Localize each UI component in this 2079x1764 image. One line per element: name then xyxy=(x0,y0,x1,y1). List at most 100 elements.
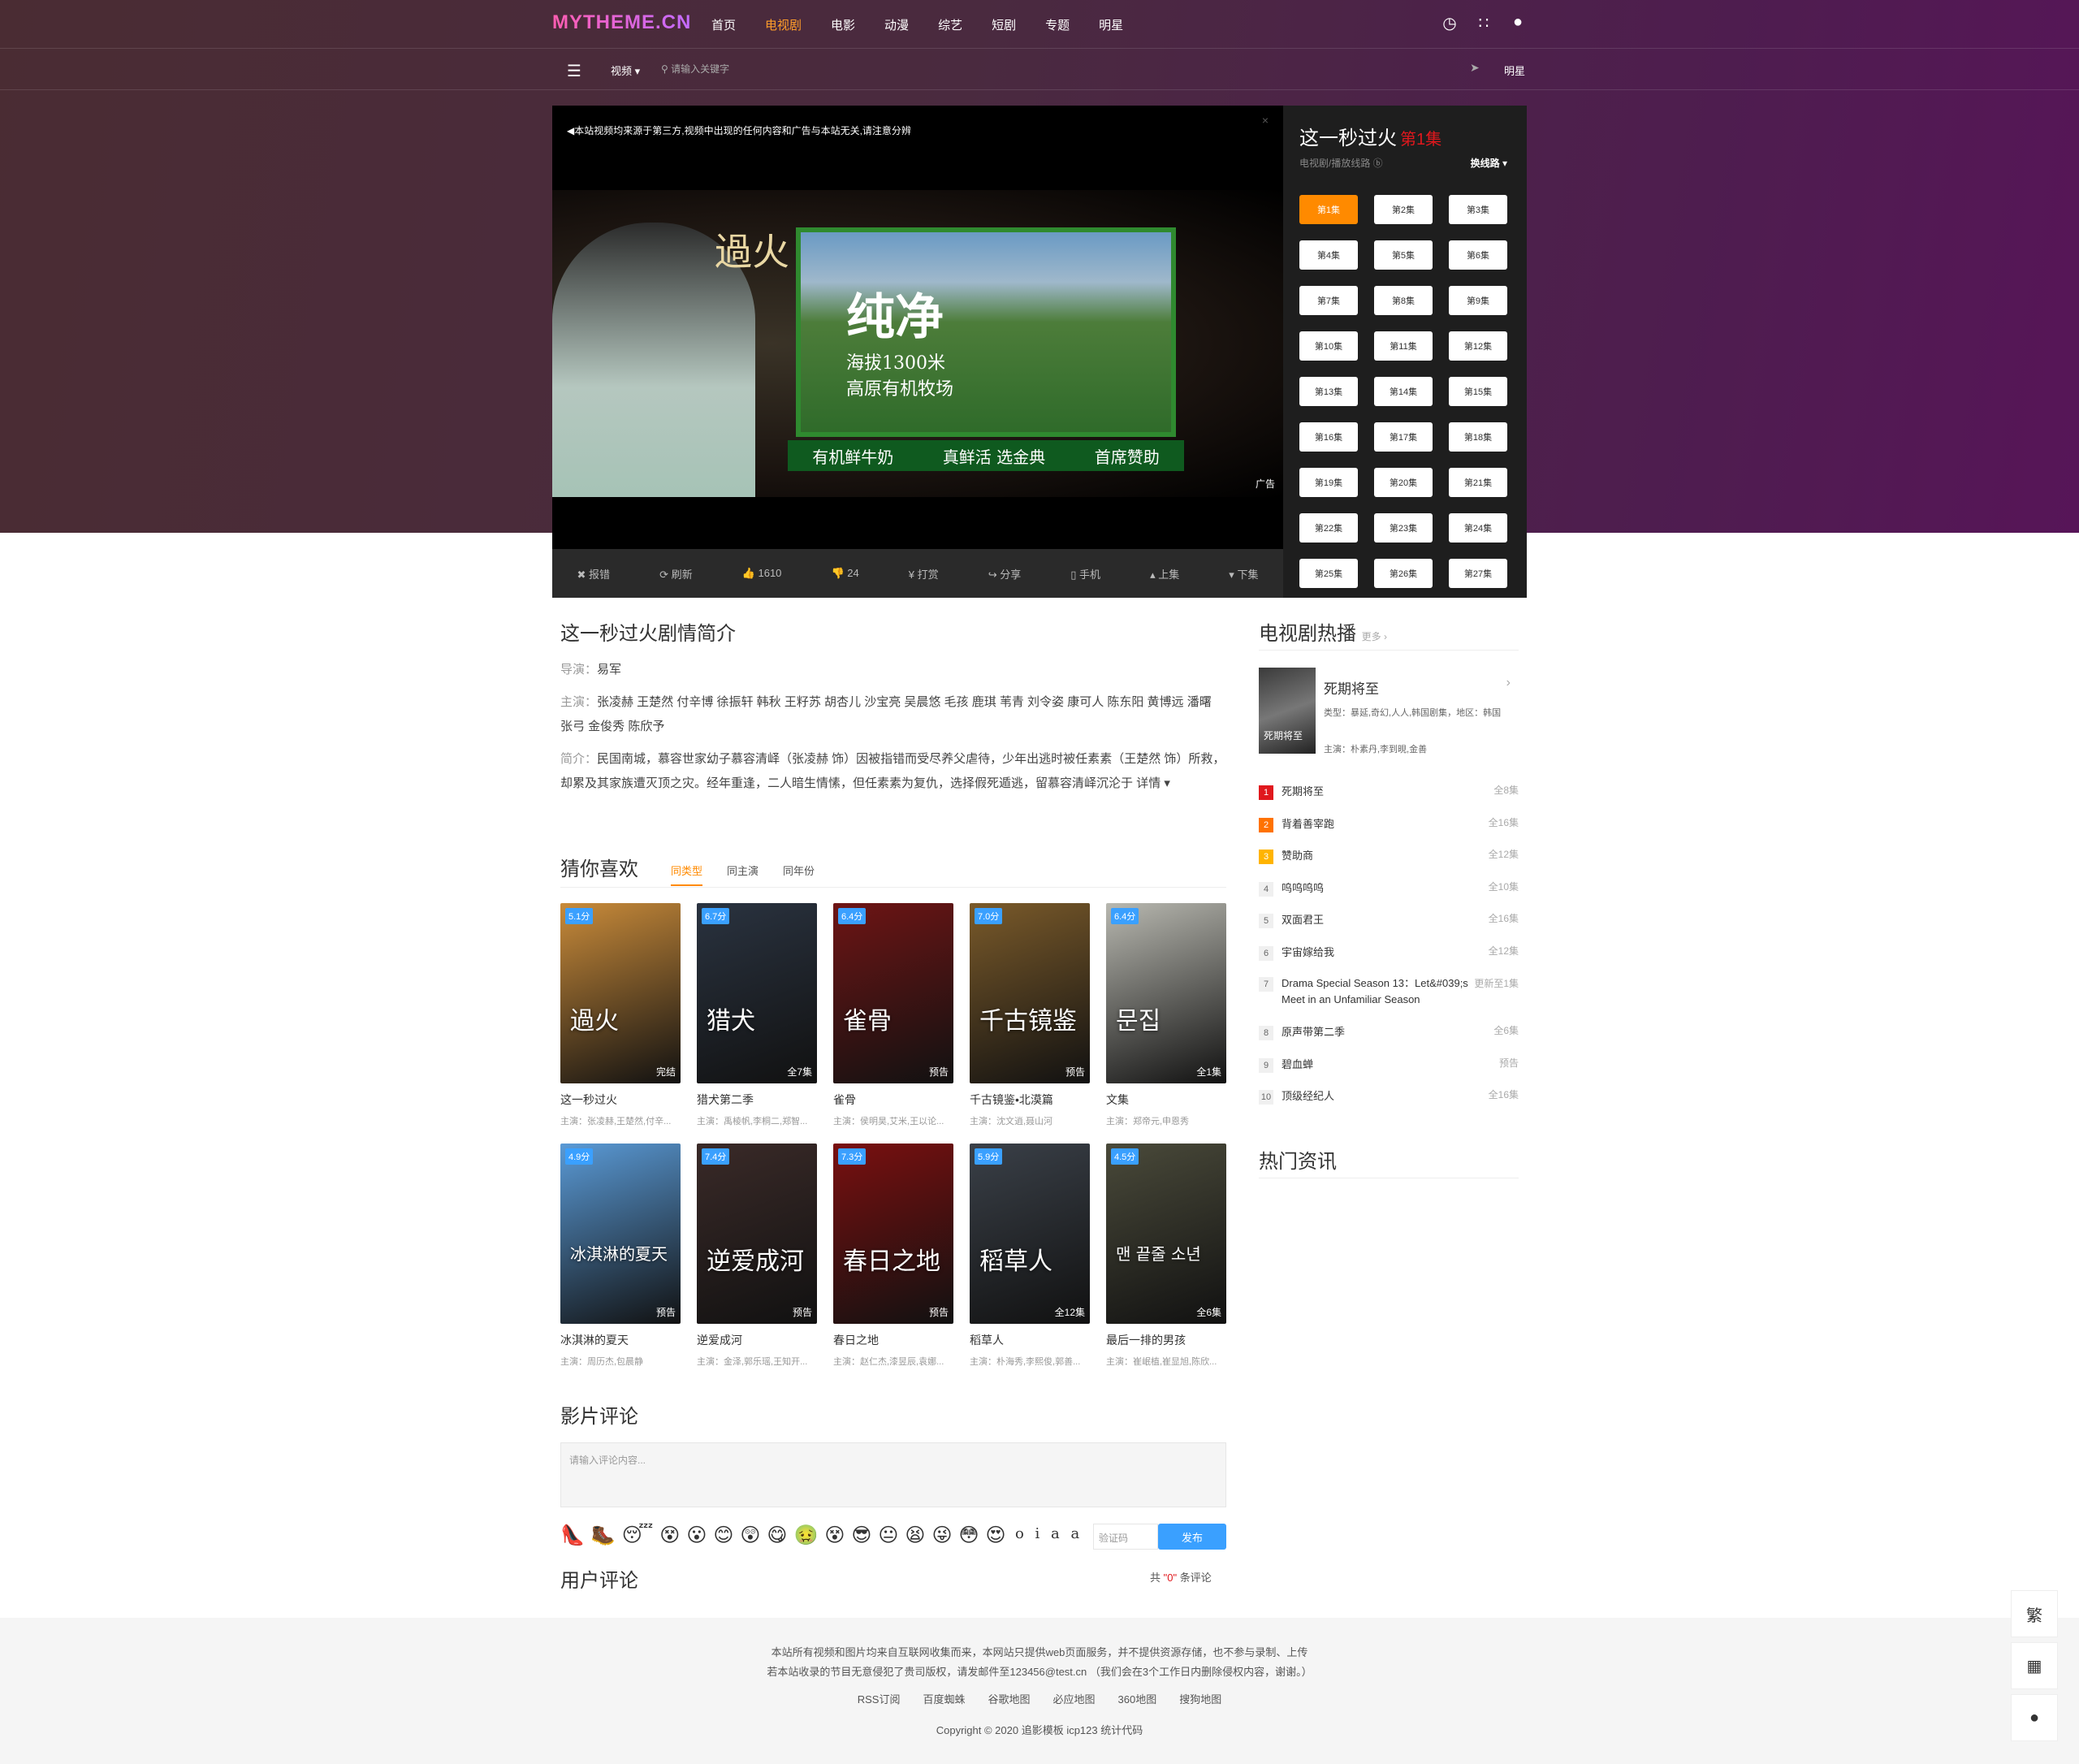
card-poster[interactable]: 7.3分 春日之地 预告 xyxy=(833,1144,953,1324)
nav-variety[interactable]: 综艺 xyxy=(938,16,962,33)
video-card[interactable]: 4.5分 맨 끝줄 소년 全6集 最后一排的男孩 主演：崔岷植,崔显旭,陈欣... xyxy=(1106,1144,1226,1368)
footer-link-bing[interactable]: 必应地图 xyxy=(1053,1691,1096,1706)
dislike-button[interactable]: 👎 24 xyxy=(831,567,858,580)
card-title[interactable]: 逆爱成河 xyxy=(697,1332,817,1348)
episode-button[interactable]: 第17集 xyxy=(1374,422,1433,452)
next-episode-button[interactable]: ▾ 下集 xyxy=(1229,566,1258,582)
nav-short[interactable]: 短剧 xyxy=(992,16,1016,33)
episode-button[interactable]: 第8集 xyxy=(1374,286,1433,315)
video-card[interactable]: 6.7分 猎犬 全7集 猎犬第二季 主演：禹棱帆,李桐二,郑智... xyxy=(697,903,817,1127)
chat-icon[interactable]: ● xyxy=(2011,1694,2058,1741)
emoji-button[interactable]: 😳 xyxy=(958,1524,979,1547)
nav-topic[interactable]: 专题 xyxy=(1045,16,1070,33)
rank-item[interactable]: 6 宇宙嫁给我 全12集 xyxy=(1259,944,1519,976)
emoji-button[interactable]: 😲 xyxy=(740,1524,760,1547)
tab-same-year[interactable]: 同年份 xyxy=(783,863,815,886)
rank-item[interactable]: 4 呜呜呜呜 全10集 xyxy=(1259,880,1519,912)
rank-title[interactable]: 死期将至 xyxy=(1282,785,1324,798)
rank-title[interactable]: 顶级经纪人 xyxy=(1282,1090,1334,1102)
rank-item[interactable]: 2 背着善宰跑 全16集 xyxy=(1259,815,1519,848)
footer-link-rss[interactable]: RSS订阅 xyxy=(858,1691,901,1706)
episode-button[interactable]: 第12集 xyxy=(1449,331,1507,361)
rank-title[interactable]: 原声带第二季 xyxy=(1282,1026,1345,1038)
card-poster[interactable]: 7.4分 逆爱成河 预告 xyxy=(697,1144,817,1324)
tab-same-cast[interactable]: 同主演 xyxy=(727,863,759,886)
more-link[interactable]: 更多 › xyxy=(1362,631,1387,642)
episode-button[interactable]: 第7集 xyxy=(1299,286,1358,315)
episode-button[interactable]: 第5集 xyxy=(1374,240,1433,270)
like-button[interactable]: 👍 1610 xyxy=(742,567,782,580)
emoji-button[interactable]: 😴 xyxy=(622,1524,654,1547)
card-title[interactable]: 稻草人 xyxy=(970,1332,1090,1348)
episode-button[interactable]: 第10集 xyxy=(1299,331,1358,361)
featured-poster[interactable]: 死期将至 xyxy=(1259,668,1316,754)
episode-button[interactable]: 第27集 xyxy=(1449,559,1507,588)
card-poster[interactable]: 6.4分 雀骨 预告 xyxy=(833,903,953,1083)
comment-textarea[interactable]: 请输入评论内容... xyxy=(560,1442,1226,1507)
user-icon[interactable]: ● xyxy=(1509,13,1527,33)
featured-hot-item[interactable]: 死期将至 死期将至 › 类型：暴延,奇幻,人人,韩国剧集，地区：韩国 主演：朴素… xyxy=(1259,668,1519,754)
mobile-button[interactable]: ▯ 手机 xyxy=(1070,566,1100,582)
card-title[interactable]: 猎犬第二季 xyxy=(697,1092,817,1108)
episode-button[interactable]: 第3集 xyxy=(1449,195,1507,224)
card-title[interactable]: 冰淇淋的夏天 xyxy=(560,1332,681,1348)
card-poster[interactable]: 5.9分 稻草人 全12集 xyxy=(970,1144,1090,1324)
video-card[interactable]: 7.4分 逆爱成河 预告 逆爱成河 主演：金泽,郭乐瑶,王知开... xyxy=(697,1144,817,1368)
episode-button[interactable]: 第25集 xyxy=(1299,559,1358,588)
episode-button[interactable]: 第18集 xyxy=(1449,422,1507,452)
rank-item[interactable]: 1 死期将至 全8集 xyxy=(1259,783,1519,815)
more-details-link[interactable]: 详情 xyxy=(1136,776,1161,790)
featured-title[interactable]: 死期将至 xyxy=(1324,677,1379,698)
star-link[interactable]: 明星 xyxy=(1504,63,1525,78)
nav-home[interactable]: 首页 xyxy=(711,16,736,33)
card-title[interactable]: 春日之地 xyxy=(833,1332,953,1348)
rank-item[interactable]: 7 Drama Special Season 13：Let&#039;s Meet… xyxy=(1259,975,1519,1023)
rank-item[interactable]: 10 顶级经纪人 全16集 xyxy=(1259,1087,1519,1120)
switch-line-button[interactable]: 换线路 ▾ xyxy=(1471,156,1507,170)
episode-button[interactable]: 第23集 xyxy=(1374,513,1433,543)
rank-title[interactable]: 宇宙嫁给我 xyxy=(1282,946,1334,958)
nav-tv[interactable]: 电视剧 xyxy=(765,16,802,33)
episode-button[interactable]: 第14集 xyxy=(1374,377,1433,406)
cast-value[interactable]: 张凌赫 王楚然 付辛博 徐振轩 韩秋 王籽苏 胡杏儿 沙宝亮 吴晨悠 毛孩 鹿琪… xyxy=(560,695,1212,733)
search-input[interactable]: ⚲ 请输入关键字 xyxy=(661,62,729,76)
rank-item[interactable]: 9 碧血蝉 预告 xyxy=(1259,1056,1519,1088)
episode-button[interactable]: 第11集 xyxy=(1374,331,1433,361)
captcha-image[interactable]: o i a a xyxy=(1015,1525,1088,1551)
send-icon[interactable]: ➤ xyxy=(1470,61,1480,75)
category-select[interactable]: 视频 ▾ xyxy=(611,63,640,78)
card-title[interactable]: 文集 xyxy=(1106,1092,1226,1108)
emoji-button[interactable]: 😜 xyxy=(931,1524,952,1547)
report-button[interactable]: ✖ 报错 xyxy=(577,566,611,582)
card-poster[interactable]: 6.7分 猎犬 全7集 xyxy=(697,903,817,1083)
rank-item[interactable]: 5 双面君王 全16集 xyxy=(1259,911,1519,944)
episode-button[interactable]: 第19集 xyxy=(1299,468,1358,497)
video-card[interactable]: 7.3分 春日之地 预告 春日之地 主演：赵仁杰,漆昱辰,袁娜... xyxy=(833,1144,953,1368)
video-card[interactable]: 5.1分 過火 完结 这一秒过火 主演：张凌赫,王楚然,付辛... xyxy=(560,903,681,1127)
emoji-button[interactable]: 😍 xyxy=(986,1524,1006,1547)
card-poster[interactable]: 4.9分 冰淇淋的夏天 预告 xyxy=(560,1144,681,1324)
episode-button[interactable]: 第2集 xyxy=(1374,195,1433,224)
director-value[interactable]: 易军 xyxy=(597,663,621,677)
emoji-button[interactable]: 🤢 xyxy=(793,1524,818,1547)
rank-item[interactable]: 3 赞助商 全12集 xyxy=(1259,847,1519,880)
rank-item[interactable]: 8 原声带第二季 全6集 xyxy=(1259,1023,1519,1056)
traditional-chinese-button[interactable]: 繁 xyxy=(2011,1590,2058,1637)
footer-link-baidu[interactable]: 百度蜘蛛 xyxy=(923,1691,965,1706)
emoji-button[interactable]: 😮 xyxy=(686,1524,707,1547)
card-title[interactable]: 这一秒过火 xyxy=(560,1092,681,1108)
nav-star[interactable]: 明星 xyxy=(1099,16,1123,33)
episode-button[interactable]: 第21集 xyxy=(1449,468,1507,497)
windows-icon[interactable]: ▦ xyxy=(2011,1642,2058,1689)
footer-link-sogou[interactable]: 搜狗地图 xyxy=(1179,1691,1221,1706)
tip-button[interactable]: ¥ 打赏 xyxy=(909,566,939,582)
site-logo[interactable]: MYTHEME.CN xyxy=(552,11,691,34)
emoji-button[interactable]: 😎 xyxy=(851,1524,871,1547)
footer-link-360[interactable]: 360地图 xyxy=(1118,1691,1157,1706)
video-card[interactable]: 6.4分 雀骨 预告 雀骨 主演：侯明昊,艾米,王以论... xyxy=(833,903,953,1127)
rss-icon[interactable]: ∷ xyxy=(1475,13,1493,33)
footer-link-google[interactable]: 谷歌地图 xyxy=(988,1691,1031,1706)
episode-button[interactable]: 第1集 xyxy=(1299,195,1358,224)
tab-same-type[interactable]: 同类型 xyxy=(671,863,703,886)
ad-banner[interactable]: 過火 纯净 海拔1300米 高原有机牧场 有机鲜牛奶 真鲜活 选金典 首席赞助 广… xyxy=(552,190,1283,497)
